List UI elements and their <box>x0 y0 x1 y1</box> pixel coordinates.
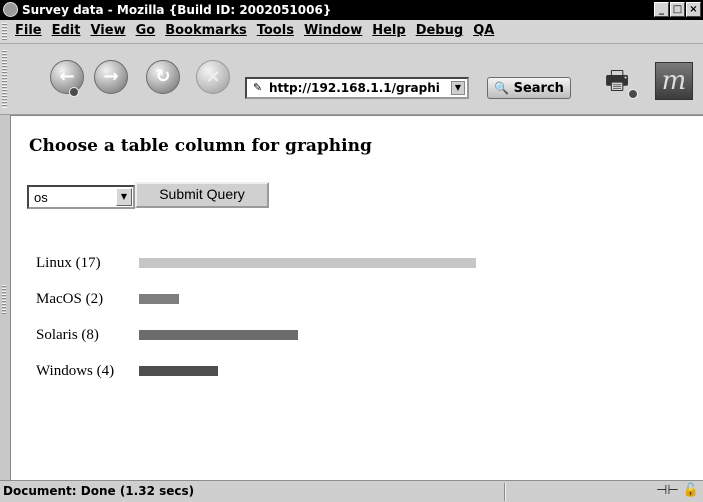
menu-view[interactable]: View <box>90 23 125 38</box>
window-controls: _ □ × <box>654 2 701 17</box>
status-divider <box>504 483 506 501</box>
back-button[interactable]: ← <box>50 60 84 94</box>
bar <box>139 366 218 376</box>
menu-tools[interactable]: Tools <box>257 23 294 38</box>
sidebar-splitter[interactable] <box>0 115 10 480</box>
page-proxy-icon[interactable]: ✎ <box>253 81 262 94</box>
bar-row: Solaris (8) <box>11 323 691 347</box>
column-select-value: os <box>34 190 48 205</box>
bar-row: Linux (17) <box>11 251 691 275</box>
menu-go[interactable]: Go <box>136 23 156 38</box>
forward-button[interactable]: → <box>94 60 128 94</box>
bar <box>139 330 298 340</box>
menu-edit[interactable]: Edit <box>52 23 81 38</box>
connection-security-icons[interactable]: ⊣⊢ 🔓 <box>656 483 699 498</box>
minimize-button[interactable]: _ <box>654 2 669 17</box>
close-button[interactable]: × <box>686 2 701 17</box>
bar-row: MacOS (2) <box>11 287 691 311</box>
navigation-toolbar: ← → ↻ × ✎ http://192.168.1.1/graphics ▼ … <box>0 44 703 115</box>
column-select[interactable]: os ▼ <box>27 185 135 209</box>
bar <box>139 294 179 304</box>
url-history-dropdown[interactable]: ▼ <box>451 81 465 95</box>
submit-query-button[interactable]: Submit Query <box>135 182 269 208</box>
back-history-dot-icon[interactable] <box>69 87 79 97</box>
search-button[interactable]: 🔍 Search <box>487 77 571 99</box>
window-title-bar: Survey data - Mozilla {Build ID: 2002051… <box>0 0 703 20</box>
navbar-grip[interactable] <box>2 50 7 108</box>
bar-label: Solaris (8) <box>36 327 99 343</box>
menu-bookmarks[interactable]: Bookmarks <box>165 23 247 38</box>
reload-button[interactable]: ↻ <box>146 60 180 94</box>
bar-label: MacOS (2) <box>36 291 104 307</box>
search-button-label: Search <box>513 81 564 96</box>
mozilla-app-icon[interactable] <box>3 2 18 17</box>
page-content: Choose a table column for graphing os ▼ … <box>10 115 703 480</box>
status-bar: Document: Done (1.32 secs) ⊣⊢ 🔓 <box>0 480 703 502</box>
url-input[interactable]: http://192.168.1.1/graphics <box>269 81 439 95</box>
magnifier-icon: 🔍 <box>494 81 510 95</box>
bar-label: Windows (4) <box>36 363 115 379</box>
stop-button[interactable]: × <box>196 60 230 94</box>
bar-label: Linux (17) <box>36 255 101 271</box>
page-heading: Choose a table column for graphing <box>29 136 372 156</box>
chevron-down-icon[interactable]: ▼ <box>116 188 132 206</box>
bar <box>139 258 476 268</box>
maximize-button[interactable]: □ <box>670 2 685 17</box>
bar-row: Windows (4) <box>11 359 691 383</box>
mozilla-throbber-logo[interactable]: m <box>655 62 693 100</box>
print-menu-dot-icon[interactable] <box>628 89 638 99</box>
menu-window[interactable]: Window <box>304 23 362 38</box>
menu-file[interactable]: File <box>15 23 42 38</box>
menu-qa[interactable]: QA <box>473 23 494 38</box>
status-text: Document: Done (1.32 secs) <box>3 484 195 498</box>
menu-bar: File Edit View Go Bookmarks Tools Window Help De… <box>0 20 703 44</box>
url-bar[interactable]: ✎ http://192.168.1.1/graphics ▼ <box>245 77 469 99</box>
menu-items: File Edit View Go Bookmarks Tools Window Help De… <box>15 23 494 38</box>
menu-help[interactable]: Help <box>372 23 405 38</box>
menubar-grip[interactable] <box>2 23 7 40</box>
menu-debug[interactable]: Debug <box>416 23 463 38</box>
window-title: Survey data - Mozilla {Build ID: 2002051… <box>22 3 332 17</box>
